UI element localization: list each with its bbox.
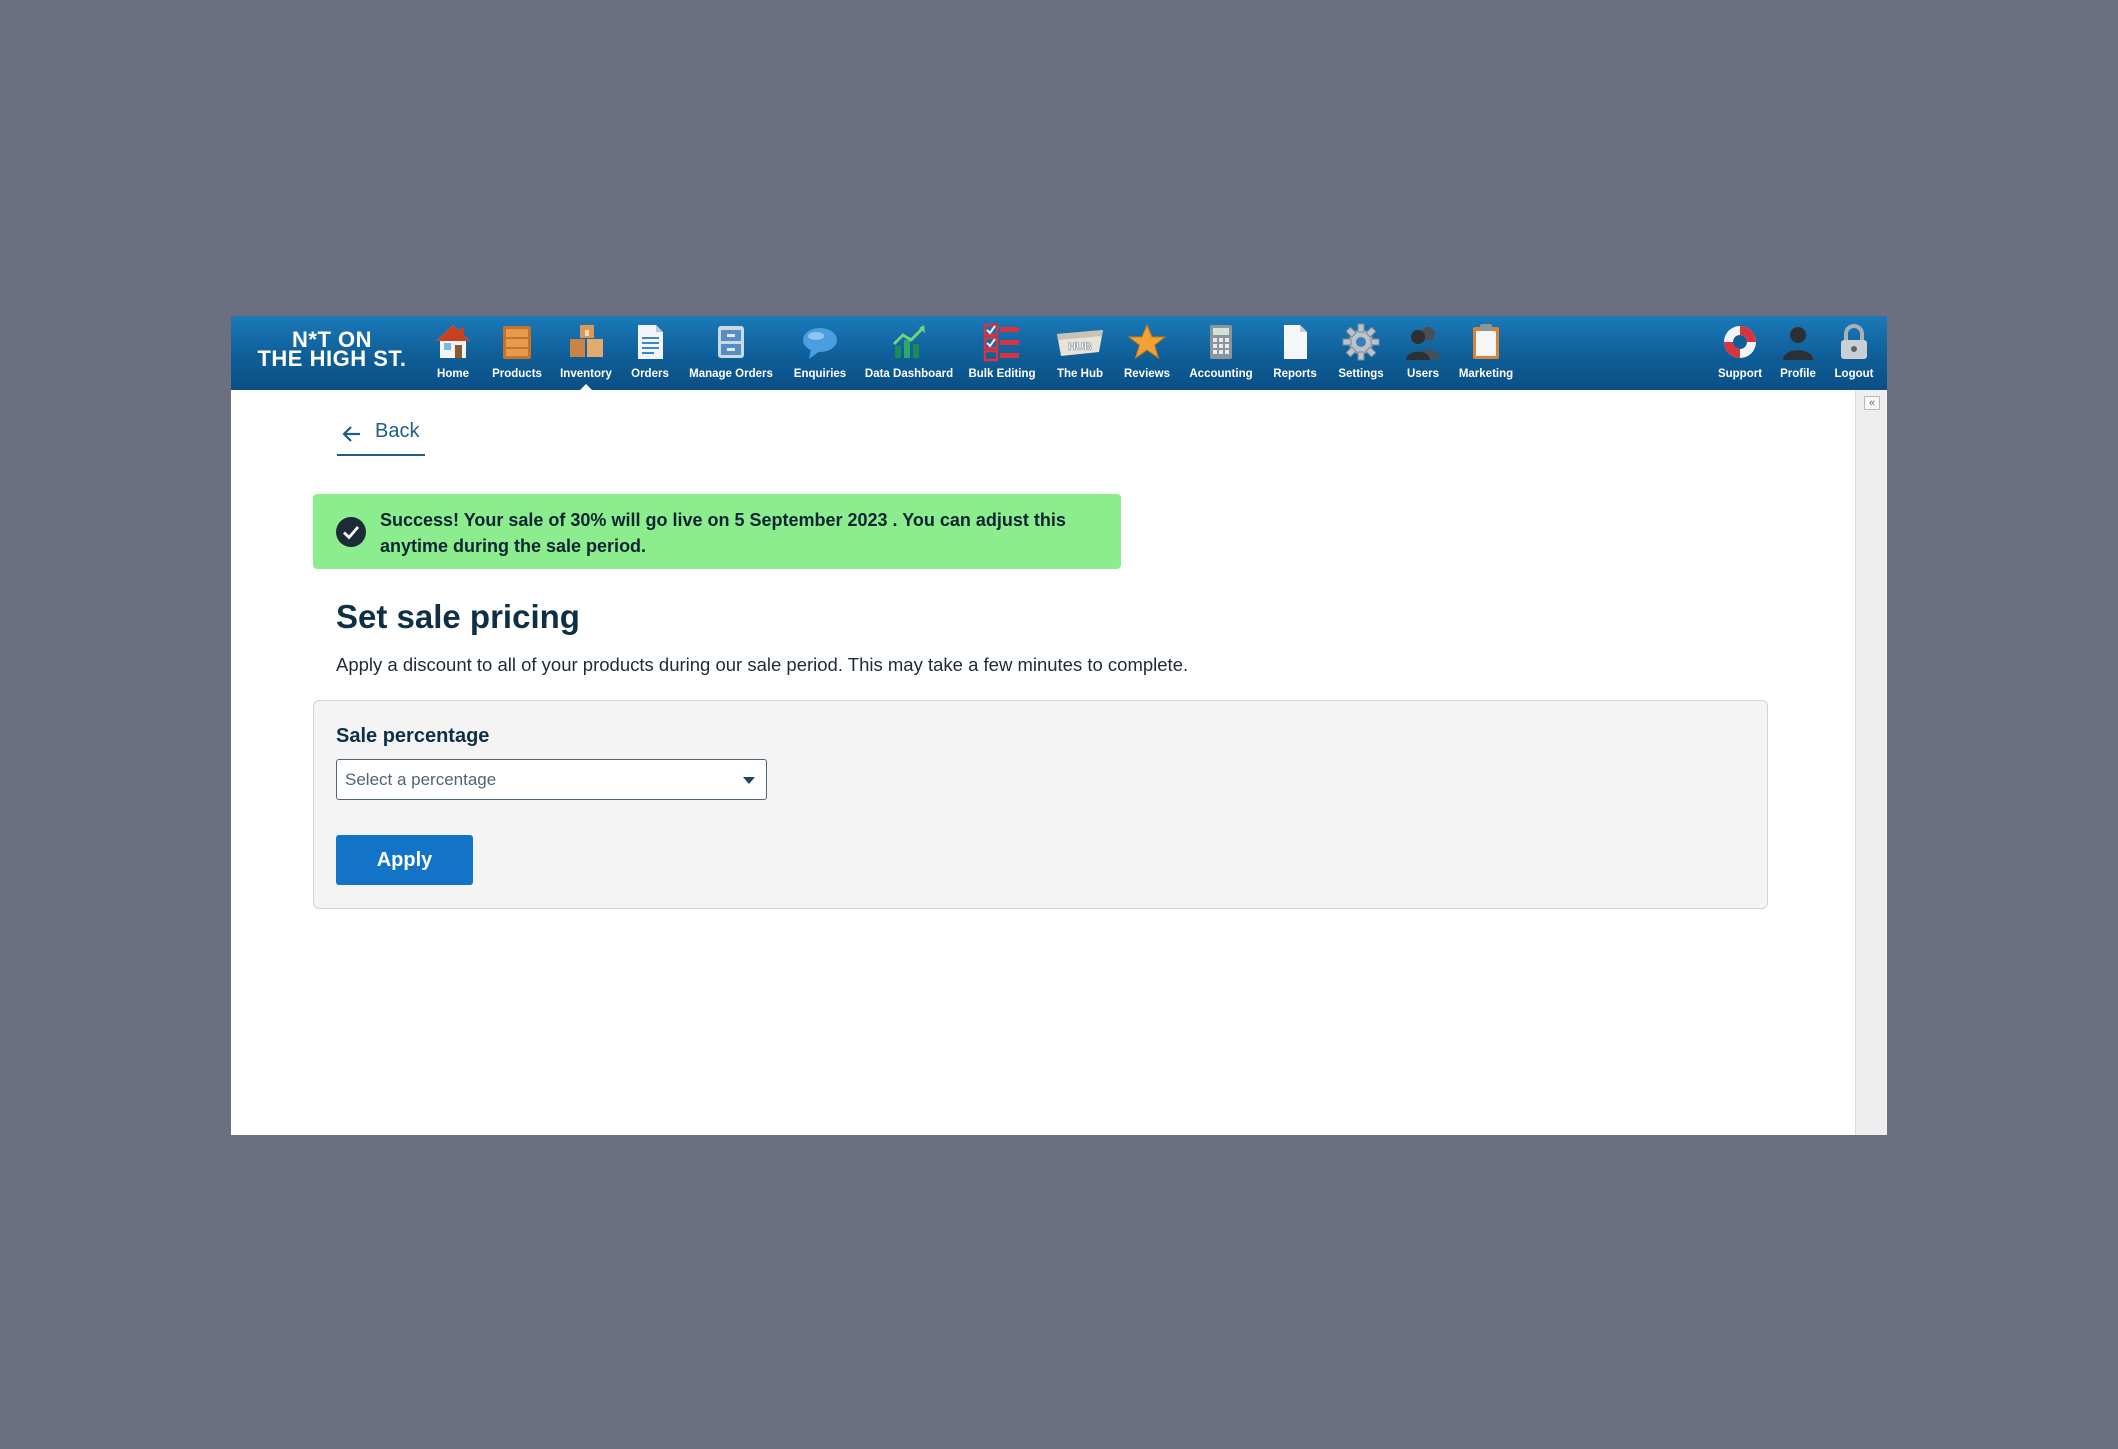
- nav-item-reviews[interactable]: Reviews: [1119, 322, 1175, 386]
- nav-item-logout[interactable]: Logout: [1829, 322, 1879, 386]
- hub-icon-text: HUB: [1068, 341, 1092, 353]
- orders-icon: [630, 322, 670, 362]
- nav-item-label: Orders: [631, 368, 669, 380]
- nav-item-label: Enquiries: [793, 368, 847, 380]
- data-dashboard-icon: [889, 322, 929, 362]
- page-description: Apply a discount to all of your products…: [336, 654, 1189, 675]
- users-icon: [1403, 322, 1443, 362]
- top-navigation-bar: N*T ON THE HIGH ST. Home Products Invent…: [231, 316, 1887, 390]
- nav-item-reports[interactable]: Reports: [1267, 322, 1323, 386]
- nav-item-label: Marketing: [1458, 368, 1514, 380]
- nav-item-label: Accounting: [1189, 368, 1253, 380]
- sale-percentage-label: Sale percentage: [336, 725, 490, 747]
- reviews-icon: [1127, 322, 1167, 362]
- app-window: N*T ON THE HIGH ST. Home Products Invent…: [231, 316, 1887, 1135]
- nav-item-accounting[interactable]: Accounting: [1183, 322, 1259, 386]
- nav-item-label: Profile: [1780, 368, 1816, 380]
- success-alert: Success! Your sale of 30% will go live o…: [313, 494, 1121, 569]
- success-message: Success! Your sale of 30% will go live o…: [380, 510, 1066, 556]
- double-chevron-left-icon: «: [1868, 397, 1876, 409]
- settings-icon: [1341, 322, 1381, 362]
- nav-item-marketing[interactable]: Marketing: [1453, 322, 1519, 386]
- nav-item-profile[interactable]: Profile: [1775, 322, 1821, 386]
- nav-item-support[interactable]: Support: [1713, 322, 1767, 386]
- nav-item-label: Inventory: [560, 368, 612, 380]
- nav-item-orders[interactable]: Orders: [625, 322, 675, 386]
- nav-item-enquiries[interactable]: Enquiries: [785, 322, 855, 386]
- collapse-panel-button[interactable]: «: [1864, 396, 1880, 410]
- marketing-icon: [1466, 322, 1506, 362]
- back-button[interactable]: Back: [337, 416, 425, 456]
- nav-item-the-hub[interactable]: HUB The Hub: [1049, 322, 1111, 386]
- support-icon: [1720, 322, 1760, 362]
- brand-logo-line2: THE HIGH ST.: [257, 346, 407, 371]
- nav-item-label: Home: [437, 368, 469, 380]
- nav-item-label: Users: [1407, 368, 1439, 380]
- nav-item-settings[interactable]: Settings: [1331, 322, 1391, 386]
- nav-item-home[interactable]: Home: [429, 322, 477, 386]
- logout-icon: [1834, 322, 1874, 362]
- nav-item-manage-orders[interactable]: Manage Orders: [683, 322, 779, 386]
- chevron-down-icon: [743, 777, 755, 784]
- nav-item-label: Reviews: [1123, 368, 1171, 380]
- active-indicator: [580, 384, 592, 390]
- nav-item-users[interactable]: Users: [1399, 322, 1447, 386]
- sale-pricing-form: Sale percentage Select a percentage Appl…: [313, 700, 1768, 909]
- products-icon: [497, 322, 537, 362]
- back-label: Back: [375, 420, 420, 442]
- nav-item-label: Data Dashboard: [864, 368, 954, 380]
- home-icon: [433, 322, 473, 362]
- nav-item-data-dashboard[interactable]: Data Dashboard: [861, 322, 957, 386]
- profile-icon: [1778, 322, 1818, 362]
- nav-item-products[interactable]: Products: [485, 322, 549, 386]
- inventory-icon: [566, 322, 606, 362]
- side-panel-strip: «: [1855, 390, 1887, 1135]
- nav-item-inventory[interactable]: Inventory: [553, 322, 619, 390]
- nav-item-label: Logout: [1834, 368, 1874, 380]
- page-title: Set sale pricing: [336, 598, 580, 635]
- apply-button[interactable]: Apply: [336, 835, 473, 885]
- select-placeholder: Select a percentage: [345, 770, 497, 789]
- nav-item-label: Manage Orders: [689, 368, 773, 380]
- bulk-editing-icon: [982, 322, 1022, 362]
- brand-logo[interactable]: N*T ON THE HIGH ST.: [253, 329, 411, 371]
- check-circle-icon: [336, 517, 366, 547]
- hub-icon: HUB: [1053, 322, 1107, 362]
- nav-item-bulk-editing[interactable]: Bulk Editing: [965, 322, 1039, 386]
- nav-item-label: Settings: [1338, 368, 1384, 380]
- accounting-icon: [1201, 322, 1241, 362]
- nav-item-label: Reports: [1273, 368, 1317, 380]
- enquiries-icon: [800, 322, 840, 362]
- sale-percentage-select[interactable]: Select a percentage: [336, 759, 767, 800]
- arrow-left-icon: [341, 423, 363, 445]
- nav-item-label: The Hub: [1057, 368, 1103, 380]
- manage-orders-icon: [711, 322, 751, 362]
- nav-item-label: Support: [1717, 368, 1763, 380]
- reports-icon: [1275, 322, 1315, 362]
- nav-item-label: Products: [492, 368, 542, 380]
- nav-item-label: Bulk Editing: [968, 368, 1036, 380]
